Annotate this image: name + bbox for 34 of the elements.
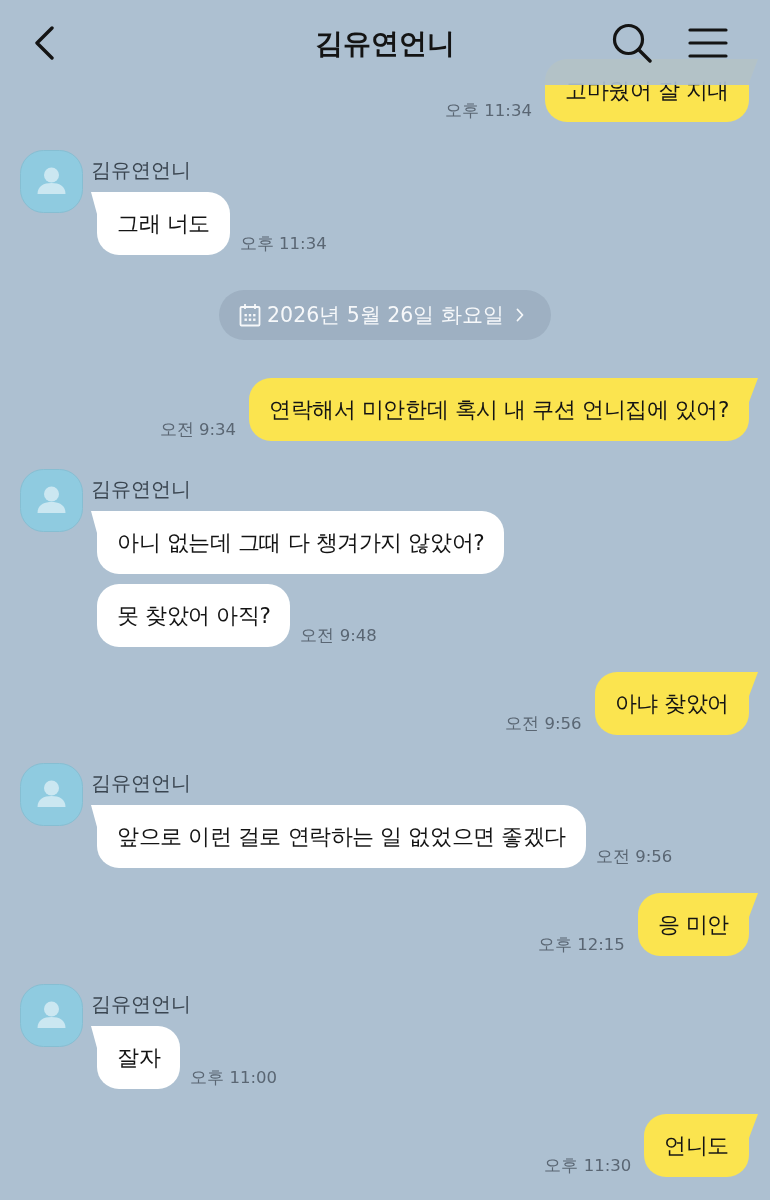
message-time: 오전 9:56: [505, 713, 582, 735]
avatar-icon[interactable]: [20, 150, 83, 213]
avatar-icon[interactable]: [20, 469, 83, 532]
message-bubble: 언니도: [644, 1114, 758, 1177]
message-time: 오후 11:34: [239, 233, 327, 255]
calendar-icon: [239, 303, 262, 327]
message-bubble: 잘자: [91, 1026, 181, 1089]
menu-icon[interactable]: [688, 27, 728, 58]
message-bubble: 고마웠어 잘 지내: [544, 59, 758, 122]
date-divider-button[interactable]: 2026년 5월 26일 화요일: [219, 290, 551, 340]
sender-name: 김유연언니: [91, 770, 191, 797]
message-time: 오전 9:48: [300, 625, 377, 647]
chat-title: 김유연언니: [315, 25, 455, 61]
search-icon[interactable]: [612, 22, 652, 63]
chevron-right-icon: [515, 308, 524, 322]
message-time: 오후 11:00: [190, 1067, 277, 1089]
message-time: 오전 9:56: [596, 846, 673, 868]
avatar-icon[interactable]: [20, 763, 83, 826]
message-bubble: 응 미안: [637, 893, 758, 956]
sender-name: 김유연언니: [91, 157, 191, 184]
back-icon[interactable]: [33, 25, 55, 60]
avatar-icon[interactable]: [20, 984, 83, 1047]
message-bubble: 그래 너도: [91, 192, 230, 255]
message-bubble: 연락해서 미안한데 혹시 내 쿠션 언니집에 있어?: [248, 378, 758, 441]
message-bubble: 아냐 찾았어: [594, 672, 758, 735]
message-time: 오전 9:34: [159, 419, 236, 441]
message-time: 오후 11:34: [445, 100, 532, 122]
message-bubble: 못 찾았어 아직?: [97, 584, 291, 647]
sender-name: 김유연언니: [91, 991, 191, 1018]
message-bubble: 아니 없는데 그때 다 챙겨가지 않았어?: [91, 511, 505, 574]
message-bubble: 앞으로 이런 걸로 연락하는 일 없었으면 좋겠다: [91, 805, 586, 868]
message-time: 오후 11:30: [544, 1155, 632, 1177]
sender-name: 김유연언니: [91, 476, 191, 503]
message-time: 오후 12:15: [537, 934, 625, 956]
